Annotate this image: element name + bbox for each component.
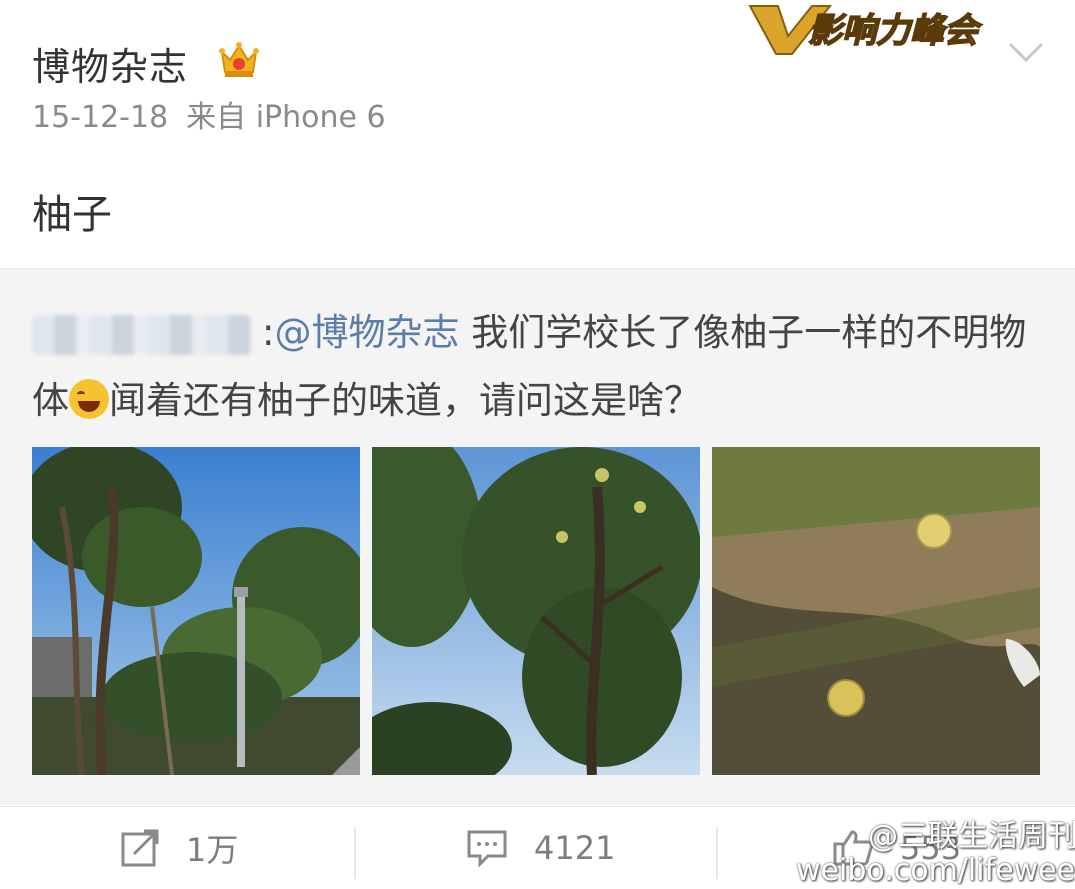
repost-icon <box>121 829 159 867</box>
quote-text-part2: 闻着还有柚子的味道，请问这是啥？ <box>109 379 701 422</box>
post-text: 柚子 <box>32 192 112 238</box>
post-header: 博物杂志 15-12-18 来自 iPhone 6 影响力峰会 柚子 <box>0 0 1075 268</box>
watermark-handle: @三联生活周刊 <box>868 819 1075 854</box>
event-badge: 影响力峰会 <box>748 5 984 55</box>
mention-link[interactable]: @博物杂志 <box>274 311 459 354</box>
post-meta: 15-12-18 来自 iPhone 6 <box>32 92 386 136</box>
laughing-tears-emoji-icon <box>69 379 109 419</box>
fallen-pomelos-photo[interactable] <box>712 447 1040 775</box>
pomelo-tree-photo[interactable] <box>372 447 700 775</box>
comment-icon <box>467 830 507 868</box>
campus-trees-photo[interactable] <box>32 447 360 775</box>
crown-icon <box>219 42 259 77</box>
comment-count: 4121 <box>534 829 616 867</box>
event-badge-text: 影响力峰会 <box>808 11 983 51</box>
author-name[interactable]: 博物杂志 <box>32 36 188 91</box>
chevron-down-icon[interactable] <box>1006 40 1046 66</box>
source-watermark: @三联生活周刊 weibo.com/lifeweek <box>796 820 1075 888</box>
repost-count: 1万 <box>186 831 239 869</box>
repost-button[interactable]: 1万 <box>120 807 238 889</box>
quoted-post[interactable]: :@博物杂志 我们学校长了像柚子一样的不明物体 闻着还有柚子的味道，请问这是啥？ <box>0 268 1075 805</box>
post-date: 15-12-18 <box>32 100 169 135</box>
divider <box>716 827 718 879</box>
quoted-text: :@博物杂志 我们学校长了像柚子一样的不明物体 闻着还有柚子的味道，请问这是啥？ <box>32 299 1042 435</box>
post-source: 来自 iPhone 6 <box>186 100 386 135</box>
comment-button[interactable]: 4121 <box>466 807 615 889</box>
divider <box>354 827 356 879</box>
quote-separator: : <box>262 311 275 354</box>
blurred-username <box>32 314 252 355</box>
watermark-url: weibo.com/lifeweek <box>796 853 1075 888</box>
